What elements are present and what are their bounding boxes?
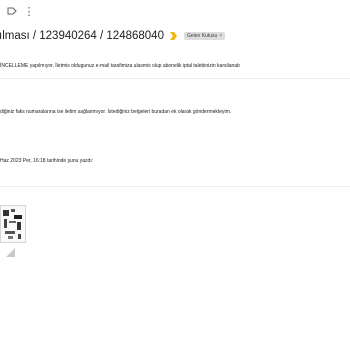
inbox-label-text: Gelen Kutusu [186, 33, 218, 39]
quoted-reply-header: Haz 2023 Per, 16:18 tarihinde şunu yazdı… [0, 158, 94, 164]
attachment-corner-fold [6, 248, 15, 257]
inbox-label-chip[interactable]: Gelen Kutusu × [183, 32, 226, 40]
email-body-line-1: İNCELLEME yapılmıyor. İletmis oldugunuz … [0, 63, 240, 69]
subject-row: ılması / 123940264 / 124868040 Gelen Kut… [0, 28, 350, 44]
divider [0, 186, 350, 187]
email-subject: ılması / 123940264 / 124868040 [0, 30, 164, 42]
attachment-preview-image [3, 209, 22, 239]
attachment-thumbnail[interactable] [0, 205, 26, 243]
toolbar: ⋮ [0, 4, 350, 20]
divider [0, 78, 350, 79]
more-vert-icon[interactable]: ⋮ [22, 4, 36, 18]
email-body-line-2: diğiniz faks numaralarına ise iletim sağ… [0, 109, 232, 115]
remove-label-icon[interactable]: × [219, 33, 222, 39]
label-icon[interactable] [5, 4, 19, 18]
importance-marker-icon[interactable] [169, 31, 179, 41]
more-vert-glyph: ⋮ [23, 5, 35, 18]
